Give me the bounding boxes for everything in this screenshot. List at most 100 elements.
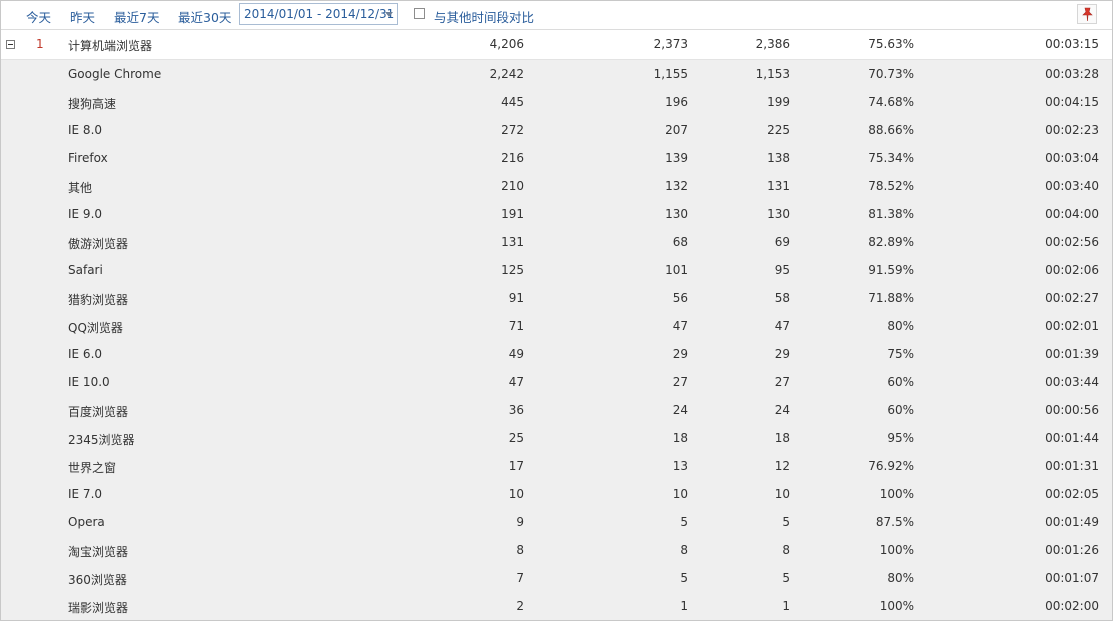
row-value-3: 18 bbox=[774, 431, 790, 445]
date-range-picker[interactable]: 2014/01/01 - 2014/12/31 bbox=[239, 3, 398, 25]
row-value-3: 2,386 bbox=[755, 37, 790, 51]
table-row: QQ浏览器 71 47 47 80% 00:02:01 bbox=[1, 312, 1112, 340]
row-value-1: 9 bbox=[516, 515, 524, 529]
row-value-2: 13 bbox=[672, 459, 688, 473]
row-value-5: 00:02:05 bbox=[1045, 487, 1099, 501]
row-name: 瑞影浏览器 bbox=[68, 601, 129, 615]
table-row: Safari 125 101 95 91.59% 00:02:06 bbox=[1, 256, 1112, 284]
row-value-5: 00:02:00 bbox=[1045, 599, 1099, 613]
row-value-2: 8 bbox=[680, 543, 688, 557]
row-value-4: 87.5% bbox=[875, 515, 914, 529]
row-value-1: 131 bbox=[501, 235, 524, 249]
table-row: IE 7.0 10 10 10 100% 00:02:05 bbox=[1, 480, 1112, 508]
row-value-5: 00:04:15 bbox=[1045, 95, 1099, 109]
row-name: IE 9.0 bbox=[68, 207, 103, 221]
row-value-4: 80% bbox=[887, 571, 914, 585]
table-row: 猎豹浏览器 91 56 58 71.88% 00:02:27 bbox=[1, 284, 1112, 312]
row-name: 百度浏览器 bbox=[68, 405, 129, 419]
row-value-1: 47 bbox=[508, 375, 524, 389]
row-value-3: 199 bbox=[767, 95, 790, 109]
row-value-4: 75.63% bbox=[868, 37, 914, 51]
row-name: 2345浏览器 bbox=[68, 433, 135, 447]
row-value-5: 00:03:04 bbox=[1045, 151, 1099, 165]
table-row: 淘宝浏览器 8 8 8 100% 00:01:26 bbox=[1, 536, 1112, 564]
row-value-5: 00:04:00 bbox=[1045, 207, 1099, 221]
row-value-3: 29 bbox=[774, 347, 790, 361]
row-value-3: 10 bbox=[774, 487, 790, 501]
row-value-4: 100% bbox=[879, 543, 914, 557]
row-name: IE 10.0 bbox=[68, 375, 110, 389]
row-name: Safari bbox=[68, 263, 103, 277]
table-row: IE 10.0 47 27 27 60% 00:03:44 bbox=[1, 368, 1112, 396]
row-value-2: 18 bbox=[672, 431, 688, 445]
quick-range-yesterday[interactable]: 昨天 bbox=[70, 7, 95, 26]
row-value-4: 78.52% bbox=[868, 179, 914, 193]
row-value-5: 00:03:28 bbox=[1045, 67, 1099, 81]
collapse-icon[interactable] bbox=[6, 40, 15, 49]
row-value-5: 00:03:15 bbox=[1045, 37, 1099, 51]
row-value-2: 27 bbox=[672, 375, 688, 389]
row-value-1: 216 bbox=[501, 151, 524, 165]
row-value-4: 100% bbox=[879, 487, 914, 501]
row-value-1: 49 bbox=[508, 347, 524, 361]
row-name: 360浏览器 bbox=[68, 573, 127, 587]
row-value-3: 138 bbox=[767, 151, 790, 165]
row-value-4: 82.89% bbox=[868, 235, 914, 249]
row-name: 世界之窗 bbox=[68, 461, 117, 475]
table-row: 搜狗高速 445 196 199 74.68% 00:04:15 bbox=[1, 88, 1112, 116]
table-row: 其他 210 132 131 78.52% 00:03:40 bbox=[1, 172, 1112, 200]
row-value-4: 91.59% bbox=[868, 263, 914, 277]
row-value-2: 207 bbox=[665, 123, 688, 137]
pin-icon bbox=[1082, 7, 1093, 22]
row-value-3: 225 bbox=[767, 123, 790, 137]
row-value-2: 1,155 bbox=[653, 67, 688, 81]
row-value-4: 76.92% bbox=[868, 459, 914, 473]
table-row: IE 9.0 191 130 130 81.38% 00:04:00 bbox=[1, 200, 1112, 228]
row-value-1: 71 bbox=[508, 319, 524, 333]
row-name: Google Chrome bbox=[68, 67, 162, 81]
table-row: 瑞影浏览器 2 1 1 100% 00:02:00 bbox=[1, 592, 1112, 620]
table-row: 世界之窗 17 13 12 76.92% 00:01:31 bbox=[1, 452, 1112, 480]
row-value-1: 272 bbox=[501, 123, 524, 137]
row-value-3: 1,153 bbox=[755, 67, 790, 81]
toolbar: 今天 昨天 最近7天 最近30天 2014/01/01 - 2014/12/31… bbox=[1, 1, 1112, 30]
row-name: 傲游浏览器 bbox=[68, 237, 129, 251]
pin-button[interactable] bbox=[1077, 4, 1097, 24]
row-value-5: 00:02:01 bbox=[1045, 319, 1099, 333]
row-rank: 1 bbox=[36, 37, 44, 51]
row-value-2: 132 bbox=[665, 179, 688, 193]
row-value-1: 10 bbox=[508, 487, 524, 501]
row-value-4: 80% bbox=[887, 319, 914, 333]
compare-checkbox[interactable] bbox=[414, 8, 425, 19]
row-value-2: 10 bbox=[672, 487, 688, 501]
table-row: 傲游浏览器 131 68 69 82.89% 00:02:56 bbox=[1, 228, 1112, 256]
row-value-4: 100% bbox=[879, 599, 914, 613]
row-value-4: 70.73% bbox=[868, 67, 914, 81]
table-row: 百度浏览器 36 24 24 60% 00:00:56 bbox=[1, 396, 1112, 424]
row-value-4: 81.38% bbox=[868, 207, 914, 221]
row-value-2: 5 bbox=[680, 515, 688, 529]
child-rows: Google Chrome 2,242 1,155 1,153 70.73% 00:03:… bbox=[1, 60, 1112, 620]
row-value-5: 00:01:31 bbox=[1045, 459, 1099, 473]
row-value-2: 29 bbox=[672, 347, 688, 361]
row-name: Firefox bbox=[68, 151, 108, 165]
row-value-3: 1 bbox=[782, 599, 790, 613]
table-row: IE 8.0 272 207 225 88.66% 00:02:23 bbox=[1, 116, 1112, 144]
date-range-value: 2014/01/01 - 2014/12/31 bbox=[244, 7, 395, 21]
row-name: 搜狗高速 bbox=[68, 97, 117, 111]
table-row: 360浏览器 7 5 5 80% 00:01:07 bbox=[1, 564, 1112, 592]
row-value-5: 00:03:40 bbox=[1045, 179, 1099, 193]
quick-range-last-7-days[interactable]: 最近7天 bbox=[114, 7, 159, 26]
row-value-5: 00:01:49 bbox=[1045, 515, 1099, 529]
row-value-5: 00:01:26 bbox=[1045, 543, 1099, 557]
row-value-5: 00:03:44 bbox=[1045, 375, 1099, 389]
quick-range-today[interactable]: 今天 bbox=[26, 7, 51, 26]
row-name: 淘宝浏览器 bbox=[68, 545, 129, 559]
row-name: 计算机端浏览器 bbox=[68, 39, 153, 53]
quick-range-last-30-days[interactable]: 最近30天 bbox=[178, 7, 231, 26]
row-value-1: 2,242 bbox=[489, 67, 524, 81]
row-value-4: 75% bbox=[887, 347, 914, 361]
row-value-2: 1 bbox=[680, 599, 688, 613]
compare-label[interactable]: 与其他时间段对比 bbox=[434, 7, 534, 26]
table-row: Opera 9 5 5 87.5% 00:01:49 bbox=[1, 508, 1112, 536]
